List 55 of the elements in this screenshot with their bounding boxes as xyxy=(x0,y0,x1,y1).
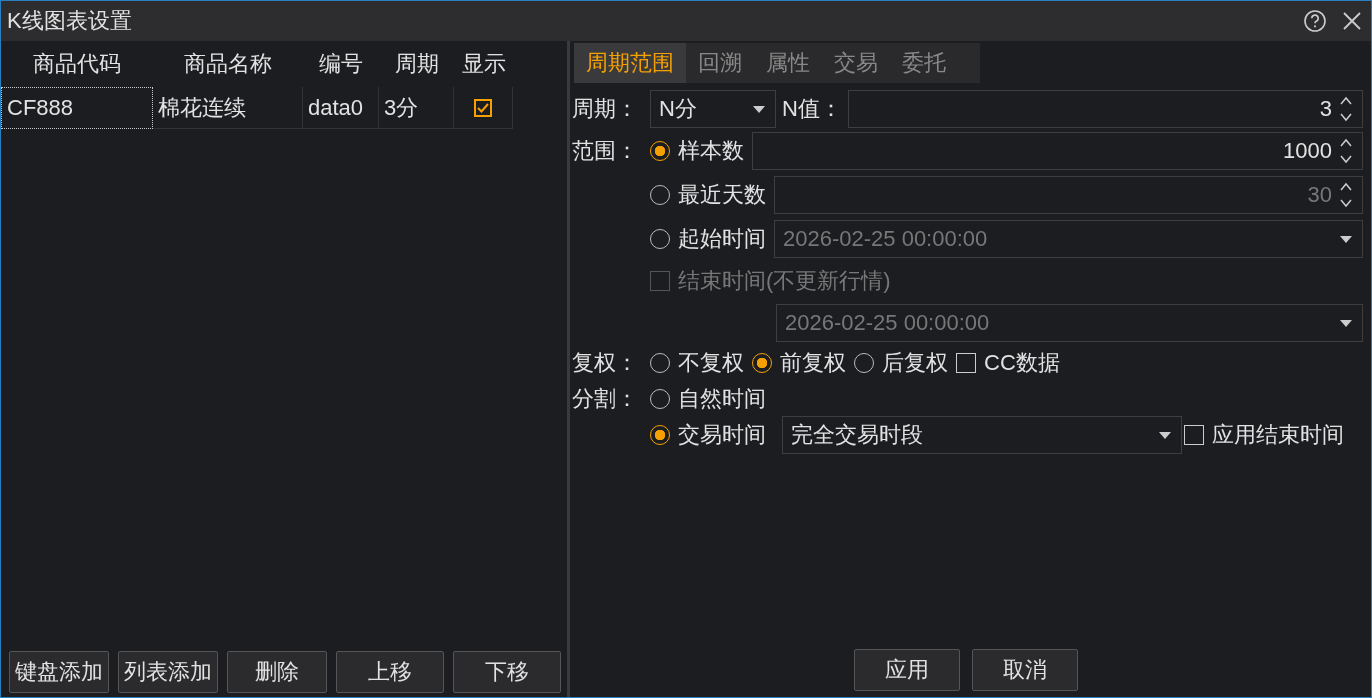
option-label: 起始时间 xyxy=(678,225,766,253)
toolbar-button[interactable]: 下移 xyxy=(453,651,561,693)
spin-arrows-icon xyxy=(1340,96,1352,122)
caret-icon xyxy=(1159,431,1171,439)
radio-button[interactable] xyxy=(650,425,670,445)
table-cell: 3分 xyxy=(379,87,454,129)
column-header: 商品代码 xyxy=(32,50,122,78)
option-label: 自然时间 xyxy=(678,385,766,413)
spin-field[interactable]: 3 xyxy=(847,90,1363,128)
tab[interactable]: 交易 xyxy=(822,43,890,83)
tab[interactable]: 委托 xyxy=(890,43,958,83)
dialog-button[interactable]: 取消 xyxy=(971,649,1078,691)
table-cell: 棉花连续 xyxy=(153,87,303,129)
toolbar-button[interactable]: 上移 xyxy=(336,651,444,693)
window-title: K线图表设置 xyxy=(7,7,133,35)
option-label: 前复权 xyxy=(780,349,846,377)
radio-button[interactable] xyxy=(752,353,772,373)
checkbox[interactable] xyxy=(474,98,492,117)
option-label: CC数据 xyxy=(984,349,1060,377)
field-label: N值： xyxy=(781,95,843,123)
table-cell: CF888 xyxy=(1,87,153,129)
option-label: 应用结束时间 xyxy=(1212,421,1344,449)
column-header: 周期 xyxy=(393,50,440,78)
field-label: 复权： xyxy=(572,349,639,377)
option-label: 样本数 xyxy=(678,137,744,165)
option-label: 不复权 xyxy=(678,349,744,377)
toolbar-button[interactable]: 列表添加 xyxy=(118,651,218,693)
option-label: 结束时间(不更新行情) xyxy=(678,267,891,295)
help-icon[interactable] xyxy=(1303,9,1327,33)
spin-arrows-icon xyxy=(1340,138,1352,164)
field-label: 分割： xyxy=(572,385,639,413)
session-dropdown[interactable]: 完全交易时段 xyxy=(782,416,1182,454)
field-label: 周期： xyxy=(572,95,639,123)
option-label: 交易时间 xyxy=(678,421,766,449)
tab[interactable]: 回溯 xyxy=(686,43,754,83)
toolbar-button[interactable]: 删除 xyxy=(227,651,327,693)
dialog-button[interactable]: 应用 xyxy=(853,649,960,691)
option-label: 后复权 xyxy=(882,349,948,377)
table-cell: data0 xyxy=(303,87,379,129)
close-icon[interactable] xyxy=(1341,10,1363,32)
column-header: 编号 xyxy=(318,50,364,78)
radio-button[interactable] xyxy=(650,141,670,161)
tab[interactable]: 周期范围 xyxy=(574,43,686,83)
field-label: 范围： xyxy=(572,137,639,165)
caret-icon xyxy=(1340,319,1352,327)
column-header: 商品名称 xyxy=(183,50,273,78)
option-label: 最近天数 xyxy=(678,181,766,209)
spin-field[interactable]: 1000 xyxy=(752,132,1363,170)
caret-icon xyxy=(753,105,765,113)
spin-arrows-icon xyxy=(1340,182,1352,208)
tab[interactable]: 属性 xyxy=(754,43,822,83)
toolbar-button[interactable]: 键盘添加 xyxy=(9,651,109,693)
column-header: 显示 xyxy=(460,50,507,78)
period-dropdown[interactable]: N分 xyxy=(650,90,776,128)
caret-icon xyxy=(1340,235,1352,243)
